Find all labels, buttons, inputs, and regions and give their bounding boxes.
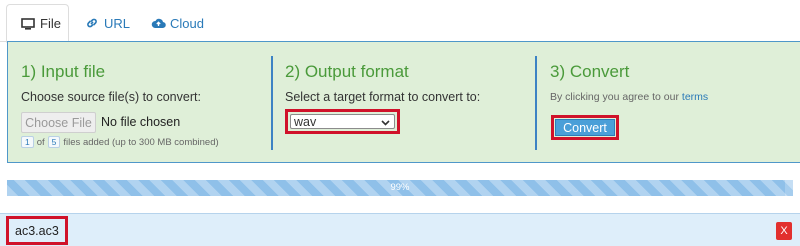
count-of-label: of [36, 136, 45, 148]
input-file-section: 1) Input file Choose source file(s) to c… [21, 42, 271, 162]
terms-prefix: By clicking you agree to our [550, 91, 679, 103]
tab-url-label: URL [104, 15, 131, 31]
convert-button[interactable]: Convert [555, 119, 615, 136]
tab-cloud-label: Cloud [170, 15, 204, 31]
format-select-value: wav [294, 114, 317, 129]
output-format-section: 2) Output format Select a target format … [285, 42, 535, 162]
upload-progress-bar: 99% [7, 180, 793, 196]
files-max-count: 5 [47, 136, 61, 148]
tab-url[interactable]: URL [82, 4, 130, 42]
output-format-heading: 2) Output format [285, 62, 409, 81]
input-file-heading: 1) Input file [21, 62, 106, 81]
link-icon [84, 15, 100, 31]
terms-link[interactable]: terms [682, 91, 708, 103]
convert-heading: 3) Convert [550, 62, 630, 81]
output-format-instructions: Select a target format to convert to: [285, 90, 481, 104]
tab-cloud[interactable]: Cloud [148, 4, 204, 42]
files-added-count: 1 [21, 136, 34, 148]
convert-section: 3) Convert By clicking you agree to our … [550, 42, 790, 162]
file-chosen-status: No file chosen [101, 115, 181, 129]
input-file-instructions: Choose source file(s) to convert: [21, 90, 201, 104]
source-tabs: File URL Cloud [0, 0, 800, 43]
count-suffix: files added (up to 300 MB combined) [63, 136, 219, 148]
format-select[interactable]: wav [290, 114, 395, 129]
file-count-info: 1 of 5 files added (up to 300 MB combine… [21, 136, 219, 148]
cloud-upload-icon [150, 15, 166, 31]
file-list-item: ac3.ac3 X [0, 213, 800, 246]
chevron-down-icon [381, 115, 390, 129]
terms-notice: By clicking you agree to our terms [550, 91, 708, 103]
monitor-icon [20, 16, 36, 32]
tab-file[interactable]: File [6, 4, 69, 43]
section-divider [271, 56, 273, 150]
format-select-highlight: wav [285, 109, 400, 134]
choose-file-button[interactable]: Choose File [21, 112, 96, 133]
file-name: ac3.ac3 [6, 216, 68, 245]
convert-button-highlight: Convert [551, 115, 619, 140]
converter-panel: 1) Input file Choose source file(s) to c… [7, 41, 800, 163]
tab-file-label: File [40, 16, 61, 31]
section-divider [535, 56, 537, 150]
remove-file-button[interactable]: X [776, 222, 792, 240]
progress-percentage: 99% [390, 182, 410, 193]
